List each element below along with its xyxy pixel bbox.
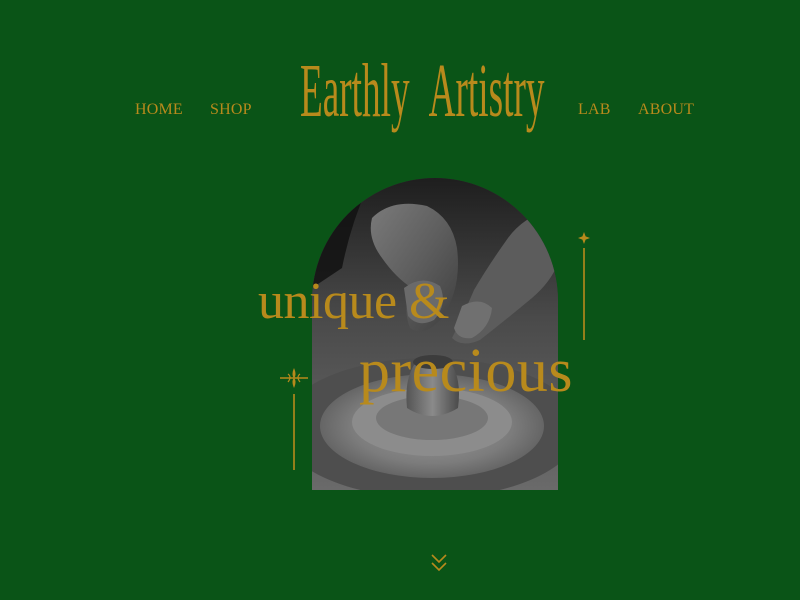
hero-headline-line-1: unique & xyxy=(258,273,449,330)
double-chevron-down-icon[interactable] xyxy=(430,553,448,573)
flourish-icon xyxy=(280,368,308,470)
nav-lab-link[interactable]: LAB xyxy=(578,101,611,119)
sparkle-icon xyxy=(578,232,590,340)
nav-home-link[interactable]: HOME xyxy=(135,101,183,119)
pottery-photo-illustration xyxy=(312,178,558,490)
page: HOME SHOP Earthly Artistry LAB ABOUT uni… xyxy=(0,0,800,600)
nav-shop-link[interactable]: SHOP xyxy=(210,101,252,119)
brand-name: Earthly Artistry xyxy=(300,54,545,134)
brand-logo[interactable]: Earthly Artistry xyxy=(300,54,550,150)
hero-headline-line-2: precious xyxy=(359,337,574,405)
pottery-wheel-photo xyxy=(312,178,558,490)
nav-about-link[interactable]: ABOUT xyxy=(638,101,694,119)
